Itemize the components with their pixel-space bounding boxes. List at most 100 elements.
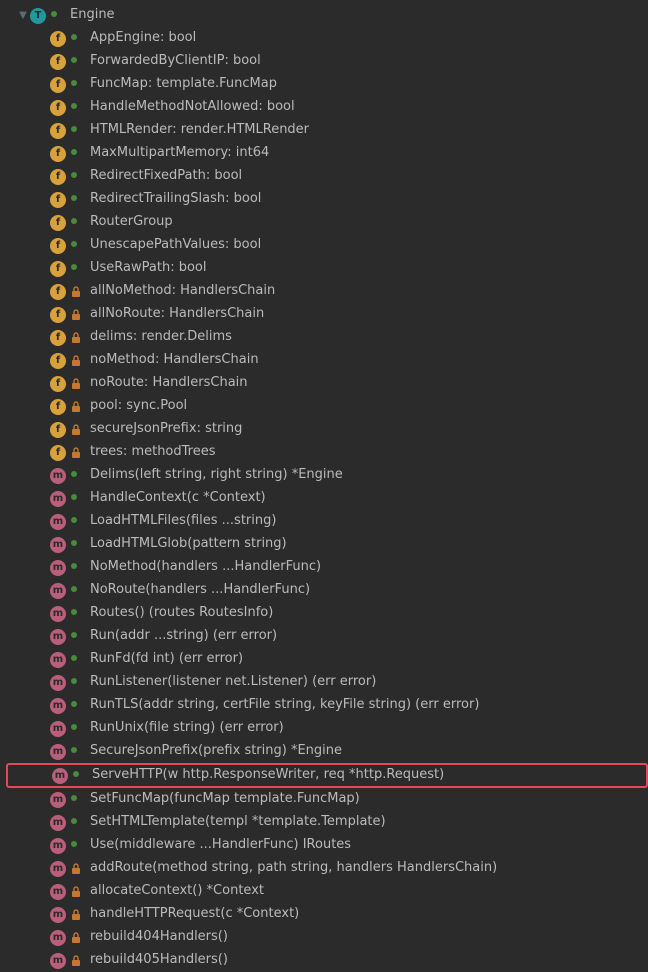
method-icon: m xyxy=(50,468,66,484)
member-label: noRoute: HandlersChain xyxy=(90,374,248,392)
method-icon: m xyxy=(50,861,66,877)
tree-member-row[interactable]: f HTMLRender: render.HTMLRender xyxy=(6,119,648,142)
tree-member-row[interactable]: fAppEngine: bool xyxy=(6,27,648,50)
member-label: allocateContext() *Context xyxy=(90,882,264,900)
tree-member-row[interactable]: mSecureJsonPrefix(prefix string) *Engine xyxy=(6,740,648,763)
expand-arrow-icon[interactable]: ▼ xyxy=(16,9,30,23)
tree-member-row[interactable]: fRedirectTrailingSlash: bool xyxy=(6,188,648,211)
member-label: Delims(left string, right string) *Engin… xyxy=(90,466,343,484)
method-icon: m xyxy=(50,838,66,854)
method-icon: m xyxy=(50,514,66,530)
public-badge-icon xyxy=(70,33,88,45)
public-badge-icon xyxy=(70,470,88,482)
method-icon: m xyxy=(50,721,66,737)
field-icon: f xyxy=(50,238,66,254)
tree-member-row[interactable]: mUse(middleware ...HandlerFunc) IRoutes xyxy=(6,834,648,857)
lock-icon xyxy=(70,401,88,413)
public-badge-icon xyxy=(70,746,88,758)
member-label: delims: render.Delims xyxy=(90,328,232,346)
member-label: pool: sync.Pool xyxy=(90,397,187,415)
tree-member-row[interactable]: fRedirectFixedPath: bool xyxy=(6,165,648,188)
member-label: SetHTMLTemplate(templ *template.Template… xyxy=(90,813,386,831)
tree-member-row[interactable]: fHandleMethodNotAllowed: bool xyxy=(6,96,648,119)
tree-member-row[interactable]: fFuncMap: template.FuncMap xyxy=(6,73,648,96)
member-label: RunListener(listener net.Listener) (err … xyxy=(90,673,376,691)
member-label: NoMethod(handlers ...HandlerFunc) xyxy=(90,558,321,576)
tree-member-row[interactable]: mrebuild404Handlers() xyxy=(6,926,648,949)
public-badge-icon xyxy=(70,56,88,68)
public-badge-icon xyxy=(70,700,88,712)
member-label: Run(addr ...string) (err error) xyxy=(90,627,277,645)
members-container: fAppEngine: boolfForwardedByClientIP: bo… xyxy=(6,27,648,972)
tree-member-row[interactable]: f noMethod: HandlersChain xyxy=(6,349,648,372)
tree-member-row[interactable]: mNoRoute(handlers ...HandlerFunc) xyxy=(6,579,648,602)
method-icon: m xyxy=(50,606,66,622)
tree-member-row[interactable]: mNoMethod(handlers ...HandlerFunc) xyxy=(6,556,648,579)
tree-member-row[interactable]: mServeHTTP(w http.ResponseWriter, req *h… xyxy=(6,763,648,788)
member-label: HTMLRender: render.HTMLRender xyxy=(90,121,309,139)
public-badge-icon xyxy=(70,817,88,829)
public-badge-icon xyxy=(70,608,88,620)
tree-member-row[interactable]: mSetFuncMap(funcMap template.FuncMap) xyxy=(6,788,648,811)
lock-icon xyxy=(70,863,88,875)
field-icon: f xyxy=(50,307,66,323)
tree-member-row[interactable]: mLoadHTMLGlob(pattern string) xyxy=(6,533,648,556)
tree-member-row[interactable]: m RunUnix(file string) (err error) xyxy=(6,717,648,740)
public-badge-icon xyxy=(70,240,88,252)
tree-member-row[interactable]: fsecureJsonPrefix: string xyxy=(6,418,648,441)
tree-member-row[interactable]: maddRoute(method string, path string, ha… xyxy=(6,857,648,880)
tree-member-row[interactable]: mallocateContext() *Context xyxy=(6,880,648,903)
tree-member-row[interactable]: fMaxMultipartMemory: int64 xyxy=(6,142,648,165)
member-label: RunUnix(file string) (err error) xyxy=(90,719,284,737)
public-badge-icon xyxy=(50,10,68,22)
public-badge-icon xyxy=(70,263,88,275)
tree-member-row[interactable]: fRouterGroup xyxy=(6,211,648,234)
tree-member-row[interactable]: mHandleContext(c *Context) xyxy=(6,487,648,510)
tree-member-row[interactable]: mRunFd(fd int) (err error) xyxy=(6,648,648,671)
member-label: RunTLS(addr string, certFile string, key… xyxy=(90,696,479,714)
tree-member-row[interactable]: f allNoRoute: HandlersChain xyxy=(6,303,648,326)
method-icon: m xyxy=(50,698,66,714)
tree-member-row[interactable]: f pool: sync.Pool xyxy=(6,395,648,418)
method-icon: m xyxy=(50,629,66,645)
structure-tree: ▼ T Engine fAppEngine: boolfForwardedByC… xyxy=(0,4,648,972)
member-label: ServeHTTP(w http.ResponseWriter, req *ht… xyxy=(92,766,444,784)
member-label: noMethod: HandlersChain xyxy=(90,351,259,369)
tree-member-row[interactable]: mRunListener(listener net.Listener) (err… xyxy=(6,671,648,694)
tree-member-row[interactable]: mRoutes() (routes RoutesInfo) xyxy=(6,602,648,625)
tree-member-row[interactable]: fnoRoute: HandlersChain xyxy=(6,372,648,395)
member-label: rebuild404Handlers() xyxy=(90,928,228,946)
lock-icon xyxy=(70,332,88,344)
public-badge-icon xyxy=(70,562,88,574)
member-label: allNoRoute: HandlersChain xyxy=(90,305,264,323)
field-icon: f xyxy=(50,100,66,116)
tree-member-row[interactable]: m SetHTMLTemplate(templ *template.Templat… xyxy=(6,811,648,834)
field-icon: f xyxy=(50,123,66,139)
tree-member-row[interactable]: mhandleHTTPRequest(c *Context) xyxy=(6,903,648,926)
tree-member-row[interactable]: f delims: render.Delims xyxy=(6,326,648,349)
public-badge-icon xyxy=(70,585,88,597)
tree-member-row[interactable]: ftrees: methodTrees xyxy=(6,441,648,464)
public-badge-icon xyxy=(70,794,88,806)
public-badge-icon xyxy=(70,516,88,528)
tree-root-row[interactable]: ▼ T Engine xyxy=(6,4,648,27)
method-icon: m xyxy=(50,537,66,553)
tree-member-row[interactable]: m Run(addr ...string) (err error) xyxy=(6,625,648,648)
field-icon: f xyxy=(50,330,66,346)
lock-icon xyxy=(70,447,88,459)
tree-member-row[interactable]: fUseRawPath: bool xyxy=(6,257,648,280)
field-icon: f xyxy=(50,399,66,415)
tree-member-row[interactable]: m RunTLS(addr string, certFile string, ke… xyxy=(6,694,648,717)
tree-member-row[interactable]: mLoadHTMLFiles(files ...string) xyxy=(6,510,648,533)
tree-member-row[interactable]: fallNoMethod: HandlersChain xyxy=(6,280,648,303)
lock-icon xyxy=(70,932,88,944)
field-icon: f xyxy=(50,353,66,369)
tree-member-row[interactable]: fForwardedByClientIP: bool xyxy=(6,50,648,73)
method-icon: m xyxy=(50,815,66,831)
field-icon: f xyxy=(50,422,66,438)
public-badge-icon xyxy=(70,217,88,229)
method-icon: m xyxy=(50,744,66,760)
tree-member-row[interactable]: fUnescapePathValues: bool xyxy=(6,234,648,257)
tree-member-row[interactable]: mrebuild405Handlers() xyxy=(6,949,648,972)
tree-member-row[interactable]: m Delims(left string, right string) *Engi… xyxy=(6,464,648,487)
